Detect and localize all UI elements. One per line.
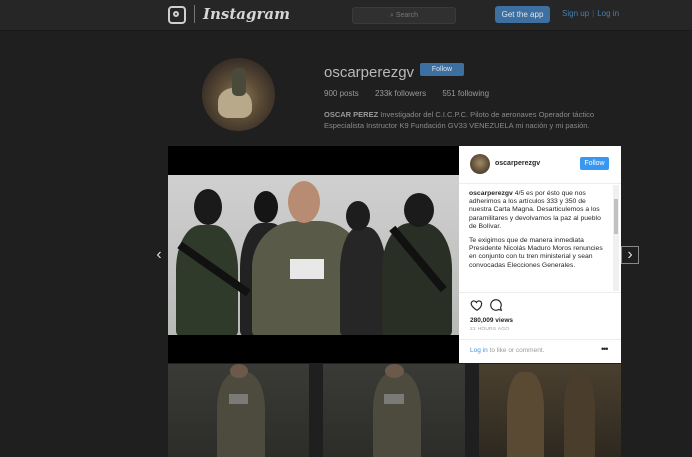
following-count[interactable]: 551 following <box>442 89 489 98</box>
auth-divider: | <box>592 9 595 18</box>
scrollbar-thumb[interactable] <box>614 199 618 234</box>
post-header: oscarperezgv Follow <box>459 146 621 184</box>
top-navigation-bar: Instagram ⌕ Search Get the app Sign up | L… <box>0 0 692 31</box>
logo-divider <box>194 5 195 23</box>
bio-name: OSCAR PEREZ <box>324 110 379 119</box>
grid-post-thumbnail[interactable] <box>479 364 621 457</box>
post-follow-button[interactable]: Follow <box>580 157 609 170</box>
heart-icon[interactable] <box>470 298 484 312</box>
profile-follow-button[interactable]: Follow <box>420 63 464 76</box>
instagram-camera-icon[interactable] <box>168 6 186 24</box>
grid-post-thumbnail[interactable] <box>323 364 465 457</box>
post-side-panel: oscarperezgv Follow oscarperezgv 4/5 es … <box>459 146 621 363</box>
profile-bio: OSCAR PEREZ Investigador del C.I.C.P.C. … <box>324 109 624 131</box>
login-prompt: Log in to like or comment. <box>470 347 544 354</box>
auth-links: Sign up | Log in <box>562 9 619 18</box>
grid-post-thumbnail[interactable] <box>168 364 309 457</box>
instagram-wordmark[interactable]: Instagram <box>203 5 290 23</box>
followers-count[interactable]: 233k followers <box>375 89 426 98</box>
avatar-rider <box>232 68 246 96</box>
caption-username[interactable]: oscarperezgv <box>469 190 513 197</box>
search-input[interactable]: ⌕ Search <box>352 7 456 24</box>
login-link[interactable]: Log in <box>470 347 488 354</box>
post-author-avatar[interactable] <box>470 154 490 174</box>
login-prompt-text: to like or comment. <box>489 347 545 354</box>
get-the-app-button[interactable]: Get the app <box>495 6 550 23</box>
caption-paragraph-2: Te exigimos que de manera inmediata Pres… <box>469 237 603 269</box>
view-count: 280,009 views <box>470 317 514 324</box>
post-author-username[interactable]: oscarperezgv <box>495 160 540 167</box>
profile-username: oscarperezgv <box>324 64 415 81</box>
post-timestamp[interactable]: 22 HOURS AGO <box>470 327 509 332</box>
sign-up-link[interactable]: Sign up <box>562 9 589 18</box>
comment-icon[interactable] <box>489 298 503 312</box>
actions-divider <box>459 292 621 294</box>
search-placeholder: Search <box>395 12 419 19</box>
posts-count[interactable]: 900 posts <box>324 89 359 98</box>
profile-stats: 900 posts 233k followers 551 following <box>324 89 503 98</box>
previous-post-arrow-icon[interactable]: ‹ <box>150 246 168 264</box>
photo-scene <box>168 175 459 335</box>
log-in-link[interactable]: Log in <box>597 9 619 18</box>
more-options-icon[interactable]: ••• <box>601 344 609 354</box>
post-caption: oscarperezgv 4/5 es por ésto que nos adh… <box>469 190 607 290</box>
profile-avatar[interactable] <box>202 58 275 131</box>
post-photo[interactable] <box>168 146 459 363</box>
caption-scrollbar[interactable] <box>613 185 619 291</box>
next-post-arrow-icon[interactable]: › <box>621 246 639 264</box>
